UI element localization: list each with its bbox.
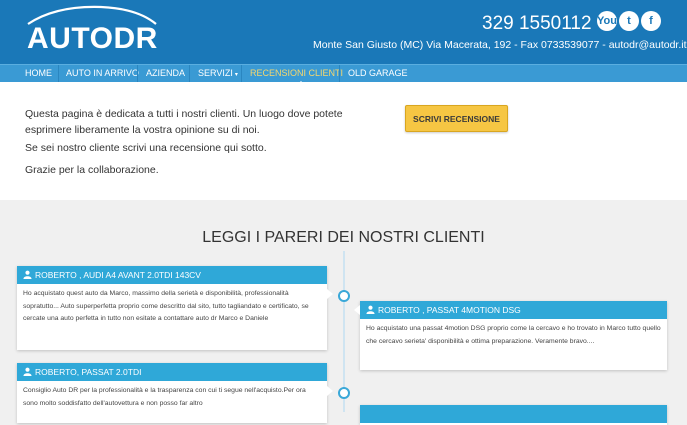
timeline-dot: [338, 387, 350, 399]
nav-divider: [339, 65, 340, 82]
card-pointer: [327, 386, 333, 396]
nav-azienda[interactable]: AZIENDA: [146, 65, 185, 82]
review-text: Ho acquistato quest auto da Marco, massi…: [23, 290, 309, 322]
user-icon: [23, 367, 32, 376]
review-card: [360, 405, 667, 425]
review-author: ROBERTO , AUDI A4 AVANT 2.0TDI 143CV: [35, 270, 201, 280]
card-pointer: [327, 289, 333, 299]
intro-text-thanks: Grazie per la collaborazione.: [25, 164, 159, 176]
review-text: Consiglio Auto DR per la professionalità…: [23, 387, 306, 407]
user-icon: [366, 305, 375, 314]
review-card-header: ROBERTO, PASSAT 2.0TDI: [17, 363, 327, 381]
main-nav: HOME AUTO IN ARRIVO AZIENDA SERVIZI ▾ REC…: [0, 64, 687, 82]
review-author: ROBERTO, PASSAT 2.0TDI: [35, 367, 142, 377]
intro-text-client: Se sei nostro cliente scrivi una recensi…: [25, 142, 267, 154]
review-card-header: ROBERTO , AUDI A4 AVANT 2.0TDI 143CV: [17, 266, 327, 284]
timeline-dot: [338, 290, 350, 302]
twitter-icon[interactable]: t: [619, 11, 639, 31]
facebook-icon[interactable]: f: [641, 11, 661, 31]
nav-auto-in-arrivo[interactable]: AUTO IN ARRIVO: [66, 65, 139, 82]
phone-number: 329 1550112: [482, 13, 592, 34]
review-author: ROBERTO , PASSAT 4MOTION DSG: [378, 305, 521, 315]
nav-home[interactable]: HOME: [25, 65, 52, 82]
nav-divider: [58, 65, 59, 82]
nav-divider: [137, 65, 138, 82]
nav-servizi[interactable]: SERVIZI ▾: [198, 65, 238, 82]
intro-text: Questa pagina è dedicata a tutti i nostr…: [25, 108, 343, 136]
youtube-icon[interactable]: You: [597, 11, 617, 31]
review-card: ROBERTO , PASSAT 4MOTION DSG Ho acquista…: [360, 301, 667, 370]
user-icon: [23, 270, 32, 279]
review-card-header: ROBERTO , PASSAT 4MOTION DSG: [360, 301, 667, 319]
nav-divider: [241, 65, 242, 82]
nav-recensioni-clienti[interactable]: RECENSIONI CLIENTI: [250, 65, 343, 82]
nav-servizi-label: SERVIZI: [198, 68, 233, 78]
site-header: AUTODR 329 1550112 You t f Monte San Giu…: [0, 0, 687, 64]
site-logo[interactable]: AUTODR: [27, 22, 158, 56]
write-review-button[interactable]: SCRIVI RECENSIONE: [405, 105, 508, 132]
review-card: ROBERTO , AUDI A4 AVANT 2.0TDI 143CV Ho …: [17, 266, 327, 350]
reviews-title: LEGGI I PARERI DEI NOSTRI CLIENTI: [202, 229, 485, 246]
nav-old-garage[interactable]: OLD GARAGE: [348, 65, 408, 82]
review-card-header: [360, 405, 667, 423]
chevron-down-icon: ▾: [234, 72, 238, 78]
review-text: Ho acquistato una passat 4motion DSG pro…: [366, 325, 661, 345]
review-card: ROBERTO, PASSAT 2.0TDI Consiglio Auto DR…: [17, 363, 327, 423]
nav-divider: [189, 65, 190, 82]
contact-address: Monte San Giusto (MC) Via Macerata, 192 …: [313, 39, 687, 51]
card-pointer: [354, 305, 360, 315]
intro-section: Questa pagina è dedicata a tutti i nostr…: [0, 82, 687, 200]
